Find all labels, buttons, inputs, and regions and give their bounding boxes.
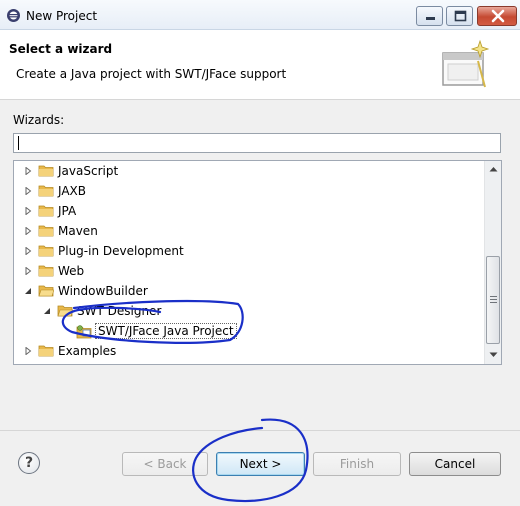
wizards-label: Wizards:	[13, 113, 65, 127]
tree-item-label: JAXB	[58, 184, 86, 198]
window-title: New Project	[26, 9, 98, 23]
scroll-up-arrow-icon[interactable]	[489, 166, 498, 172]
title-bar[interactable]: New Project	[0, 0, 520, 30]
folder-icon	[38, 165, 54, 177]
tree-item-label: Web	[58, 264, 85, 278]
expand-arrow-icon[interactable]	[24, 167, 32, 175]
text-caret	[18, 136, 19, 150]
tree-item-windowbuilder[interactable]: WindowBuilder	[14, 281, 484, 301]
minimize-icon	[426, 17, 435, 20]
tree-item-swt-designer[interactable]: SWT Designer	[14, 301, 484, 321]
tree-item-maven[interactable]: Maven	[14, 221, 484, 241]
wizard-tree[interactable]: JavaScript JAXB JPA Maven Plug-in Develo…	[13, 160, 502, 365]
folder-icon	[38, 345, 54, 357]
tree-item-swt-jface-java-project[interactable]: SWT/JFace Java Project	[14, 321, 484, 341]
folder-icon	[38, 205, 54, 217]
tree-item-label: JPA	[58, 204, 77, 218]
tree-item-jpa[interactable]: JPA	[14, 201, 484, 221]
swt-project-icon	[76, 325, 92, 339]
back-button[interactable]: < Back	[122, 452, 208, 476]
next-button[interactable]: Next >	[216, 452, 305, 476]
folder-icon	[38, 265, 54, 277]
folder-icon	[38, 185, 54, 197]
button-bar: ? < Back Next > Finish Cancel	[0, 431, 520, 506]
tree-item-label: JavaScript	[58, 164, 119, 178]
tree-item-plugin-development[interactable]: Plug-in Development	[14, 241, 484, 261]
wizard-body: Wizards: JavaScript JAXB JPA Maven Plug-…	[0, 100, 520, 430]
expand-arrow-icon[interactable]	[24, 347, 32, 355]
tree-item-label: WindowBuilder	[58, 284, 148, 298]
expand-arrow-icon[interactable]	[24, 187, 32, 195]
finish-button[interactable]: Finish	[313, 452, 401, 476]
tree-item-label: SWT/JFace Java Project	[95, 323, 237, 339]
folder-open-icon	[38, 285, 54, 297]
scroll-down-arrow-icon[interactable]	[489, 352, 498, 358]
tree-item-label: Maven	[58, 224, 98, 238]
tree-item-jaxb[interactable]: JAXB	[14, 181, 484, 201]
collapse-arrow-icon[interactable]	[43, 307, 51, 315]
minimize-button[interactable]	[416, 6, 443, 26]
folder-icon	[38, 245, 54, 257]
scrollbar-grip	[490, 296, 497, 297]
wizard-filter-input[interactable]	[13, 133, 501, 153]
folder-icon	[38, 225, 54, 237]
header-title: Select a wizard	[9, 42, 113, 56]
maximize-button[interactable]	[446, 6, 473, 26]
scrollbar-grip	[490, 299, 497, 300]
wizard-banner-icon	[442, 39, 490, 88]
eclipse-icon	[7, 9, 20, 22]
cancel-button[interactable]: Cancel	[409, 452, 501, 476]
tree-item-web[interactable]: Web	[14, 261, 484, 281]
help-button[interactable]: ?	[18, 452, 40, 474]
scrollbar-thumb[interactable]	[486, 256, 500, 344]
tree-item-label: Examples	[58, 344, 117, 358]
tree-item-examples[interactable]: Examples	[14, 341, 484, 361]
collapse-arrow-icon[interactable]	[24, 287, 32, 295]
expand-arrow-icon[interactable]	[24, 247, 32, 255]
tree-scrollbar[interactable]	[484, 161, 501, 364]
expand-arrow-icon[interactable]	[24, 267, 32, 275]
tree-item-label: SWT Designer	[77, 304, 162, 318]
tree-item-label: Plug-in Development	[58, 244, 184, 258]
new-project-dialog: New Project Select a wizard Create a Jav…	[0, 0, 520, 506]
wizard-header: Select a wizard Create a Java project wi…	[0, 31, 520, 99]
folder-open-icon	[57, 305, 73, 317]
maximize-icon	[454, 10, 467, 22]
close-button[interactable]	[477, 6, 517, 26]
tree-item-javascript[interactable]: JavaScript	[14, 161, 484, 181]
expand-arrow-icon[interactable]	[24, 227, 32, 235]
scrollbar-grip	[490, 302, 497, 303]
close-icon	[491, 9, 505, 23]
header-description: Create a Java project with SWT/JFace sup…	[16, 67, 287, 81]
expand-arrow-icon[interactable]	[24, 207, 32, 215]
